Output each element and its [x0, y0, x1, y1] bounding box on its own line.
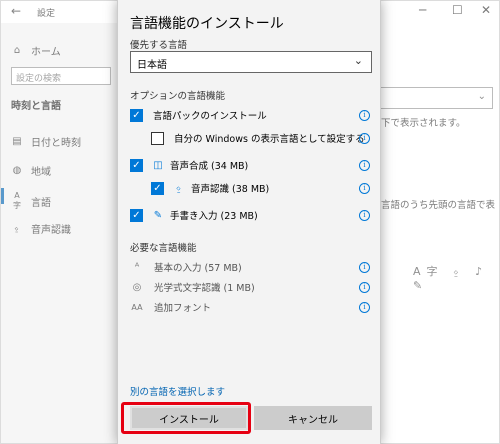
info-icon[interactable]: i: [359, 133, 370, 144]
dialog-title: 言語機能のインストール: [130, 16, 284, 32]
handwriting-icon: ✎: [153, 209, 163, 221]
speech-icon: ◫: [153, 159, 163, 171]
checkbox-text-to-speech[interactable]: ✓ ◫ 音声合成 (34 MB): [130, 158, 248, 172]
feature-label: 光学式文字認識 (1 MB): [154, 283, 255, 294]
ocr-icon: ◎: [132, 281, 142, 293]
checkbox-label: 手書き入力 (23 MB): [170, 211, 258, 222]
checkbox-language-pack[interactable]: ✓ 言語パックのインストール: [130, 108, 267, 122]
choose-another-language-link[interactable]: 別の言語を選択します: [130, 384, 225, 398]
checkbox-checked-icon[interactable]: ✓: [130, 208, 143, 222]
preferred-language-select[interactable]: 日本語 ⌄: [130, 51, 372, 73]
install-language-dialog: 言語機能のインストール 優先する言語 日本語 ⌄ オプションの言語機能 ✓ 言語…: [117, 0, 381, 444]
preferred-language-label: 優先する言語: [130, 40, 188, 51]
cancel-button[interactable]: キャンセル: [254, 406, 372, 430]
checkbox-label: 自分の Windows の表示言語として設定する: [174, 134, 365, 145]
checkbox-display-language[interactable]: 自分の Windows の表示言語として設定する: [151, 131, 365, 145]
microphone-icon: ⍚: [176, 182, 182, 194]
checkbox-speech-recognition[interactable]: ✓ ⍚ 音声認識 (38 MB): [151, 181, 269, 195]
feature-label: 基本の入力 (57 MB): [154, 263, 242, 274]
checkbox-handwriting[interactable]: ✓ ✎ 手書き入力 (23 MB): [130, 208, 258, 222]
info-icon[interactable]: i: [359, 183, 370, 194]
required-feature-basic-typing: ᴬ 基本の入力 (57 MB): [130, 260, 242, 275]
info-icon[interactable]: i: [359, 282, 370, 293]
feature-label: 追加フォント: [154, 303, 212, 314]
checkbox-label: 音声認識 (38 MB): [191, 184, 270, 195]
info-icon[interactable]: i: [359, 262, 370, 273]
chevron-down-icon: ⌄: [353, 54, 363, 67]
info-icon[interactable]: i: [359, 110, 370, 121]
checkbox-checked-icon[interactable]: ✓: [130, 158, 143, 172]
required-features-label: 必要な言語機能: [130, 243, 197, 254]
font-icon: AA: [131, 302, 143, 312]
checkbox-checked-icon[interactable]: ✓: [130, 108, 143, 122]
checkbox-unchecked-icon[interactable]: [151, 131, 164, 145]
info-icon[interactable]: i: [359, 302, 370, 313]
typing-icon: ᴬ: [134, 261, 140, 273]
info-icon[interactable]: i: [359, 160, 370, 171]
required-feature-ocr: ◎ 光学式文字認識 (1 MB): [130, 280, 255, 295]
checkbox-label: 音声合成 (34 MB): [170, 161, 249, 172]
install-highlight-frame: [121, 402, 251, 434]
preferred-language-value: 日本語: [137, 60, 167, 71]
checkbox-checked-icon[interactable]: ✓: [151, 181, 164, 195]
checkbox-label: 言語パックのインストール: [153, 111, 267, 122]
required-feature-fonts: AA 追加フォント: [130, 300, 212, 315]
optional-features-label: オプションの言語機能: [130, 91, 226, 102]
info-icon[interactable]: i: [359, 210, 370, 221]
